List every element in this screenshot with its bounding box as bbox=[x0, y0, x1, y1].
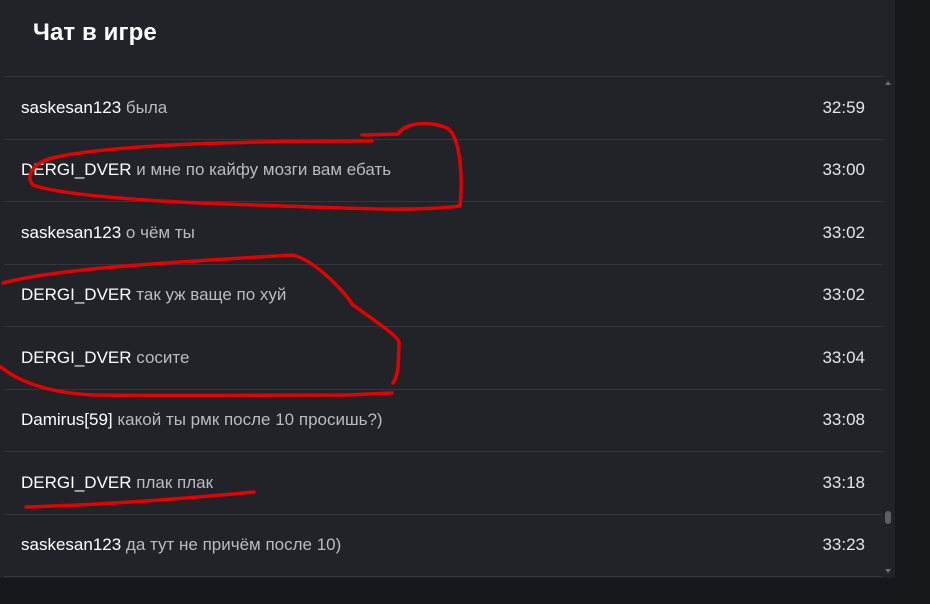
chat-message-row: saskesan123 да тут не причём после 10) 3… bbox=[4, 515, 882, 577]
message-text: какой ты рмк после 10 просишь?) bbox=[117, 410, 383, 430]
message-time: 33:23 bbox=[822, 535, 865, 555]
message-text: сосите bbox=[136, 347, 190, 367]
message-time: 33:04 bbox=[822, 347, 865, 367]
message-text: о чём ты bbox=[125, 222, 195, 242]
scroll-up-arrow-icon[interactable] bbox=[885, 81, 891, 85]
chat-scrollbar[interactable] bbox=[882, 78, 894, 576]
message-text: плак плак bbox=[136, 472, 214, 492]
chat-message-row: DERGI_DVER плак плак 33:18 bbox=[4, 452, 882, 515]
message-time: 33:02 bbox=[822, 222, 865, 242]
message-text: так уж ваще по хуй bbox=[136, 285, 287, 305]
message-time: 33:08 bbox=[822, 410, 865, 430]
chat-message-list[interactable]: saskesan123 была 32:59 DERGI_DVER и мне … bbox=[4, 76, 882, 577]
chat-message-row: DERGI_DVER и мне по кайфу мозги вам ебат… bbox=[4, 140, 882, 202]
message-author[interactable]: saskesan123 bbox=[21, 98, 121, 117]
message-author[interactable]: DERGI_DVER bbox=[21, 285, 132, 304]
chat-message-row: DERGI_DVER сосите 33:04 bbox=[4, 327, 882, 390]
chat-message-row: saskesan123 была 32:59 bbox=[4, 77, 882, 140]
game-chat-panel: Чат в игре saskesan123 была 32:59 DERGI_… bbox=[0, 0, 895, 578]
scroll-down-arrow-icon[interactable] bbox=[885, 569, 891, 573]
message-author[interactable]: saskesan123 bbox=[21, 223, 121, 242]
message-time: 33:18 bbox=[822, 472, 865, 492]
message-author[interactable]: DERGI_DVER bbox=[21, 160, 132, 179]
message-text: да тут не причём после 10) bbox=[125, 535, 342, 555]
scrollbar-thumb[interactable] bbox=[885, 511, 891, 524]
chat-message-row: DERGI_DVER так уж ваще по хуй 33:02 bbox=[4, 265, 882, 327]
message-author[interactable]: DERGI_DVER bbox=[21, 348, 132, 367]
message-time: 33:02 bbox=[822, 285, 865, 305]
message-time: 32:59 bbox=[822, 97, 865, 117]
chat-title: Чат в игре bbox=[33, 19, 157, 46]
message-time: 33:00 bbox=[822, 160, 865, 180]
message-text: была bbox=[125, 97, 168, 117]
message-text: и мне по кайфу мозги вам ебать bbox=[136, 160, 392, 180]
message-author[interactable]: DERGI_DVER bbox=[21, 473, 132, 492]
message-author[interactable]: Damirus[59] bbox=[21, 410, 113, 429]
chat-message-row: saskesan123 о чём ты 33:02 bbox=[4, 202, 882, 265]
chat-message-row: Damirus[59] какой ты рмк после 10 просиш… bbox=[4, 390, 882, 452]
message-author[interactable]: saskesan123 bbox=[21, 535, 121, 554]
